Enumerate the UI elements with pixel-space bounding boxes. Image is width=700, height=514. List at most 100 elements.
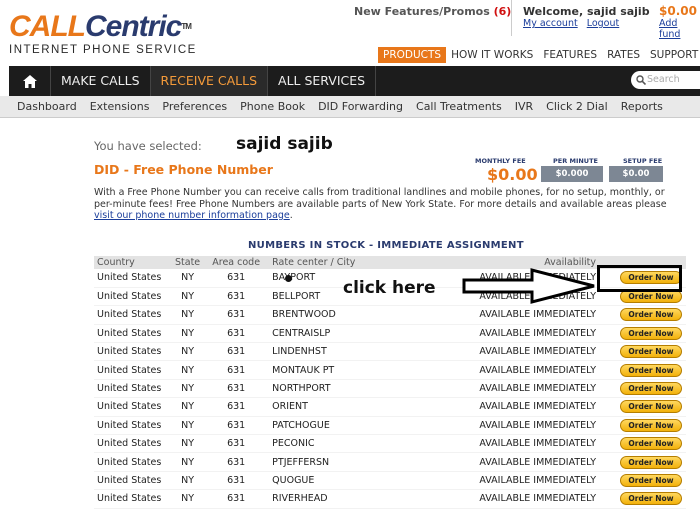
topnav-features[interactable]: FEATURES xyxy=(538,47,602,63)
cell-action: Order Now xyxy=(610,471,686,491)
cell-state: NY xyxy=(172,305,204,325)
cell-state: NY xyxy=(172,379,204,399)
cell-action: Order Now xyxy=(610,324,686,344)
cell-country: United States xyxy=(94,305,172,325)
order-now-button[interactable]: Order Now xyxy=(620,290,682,304)
logo-trademark: TM xyxy=(181,22,192,31)
top-nav: PRODUCTS HOW IT WORKS FEATURES RATES SUP… xyxy=(378,47,700,63)
order-now-button[interactable]: Order Now xyxy=(620,363,682,377)
cell-area-code: 631 xyxy=(203,342,270,362)
order-now-button[interactable]: Order Now xyxy=(620,326,682,340)
subnav-ivr[interactable]: IVR xyxy=(515,100,533,113)
add-funds-link[interactable]: Add fund xyxy=(659,18,700,40)
logo-tagline: INTERNET PHONE SERVICE xyxy=(9,44,197,56)
cell-rate-center: MONTAUK PT xyxy=(269,360,380,380)
order-now-button[interactable]: Order Now xyxy=(620,418,682,432)
cell-rate-center: RIVERHEAD xyxy=(269,489,380,509)
table-row: United States NY 631 CENTRAISLP AVAILABLE IM… xyxy=(94,324,686,344)
subnav-dashboard[interactable]: Dashboard xyxy=(17,100,77,113)
monthly-fee-value: $0.00 xyxy=(487,165,538,184)
order-now-button[interactable]: Order Now xyxy=(620,382,682,396)
annotation-user-name: sajid sajib xyxy=(236,134,333,154)
col-state: State xyxy=(172,256,204,269)
order-now-button[interactable]: Order Now xyxy=(620,437,682,451)
cell-state: NY xyxy=(172,324,204,344)
table-row: United States NY 631 BRENTWOOD AVAILABLE IMM… xyxy=(94,305,686,325)
subnav-phone-book[interactable]: Phone Book xyxy=(240,100,305,113)
order-now-button[interactable]: Order Now xyxy=(620,308,682,322)
cell-availability: AVAILABLE IMMEDIATELY xyxy=(379,305,610,325)
topnav-rates[interactable]: RATES xyxy=(602,47,645,63)
cell-action: Order Now xyxy=(610,489,686,509)
cell-area-code: 631 xyxy=(203,452,270,472)
stock-title: NUMBERS IN STOCK - IMMEDIATE ASSIGNMENT xyxy=(248,240,524,251)
cell-rate-center: BRENTWOOD xyxy=(269,305,380,325)
subnav-reports[interactable]: Reports xyxy=(621,100,663,113)
cell-country: United States xyxy=(94,434,172,454)
cell-availability: AVAILABLE IMMEDIATELY xyxy=(379,416,610,436)
my-account-link[interactable]: My account xyxy=(523,18,578,29)
account-links: My account Logout xyxy=(523,18,625,29)
cell-country: United States xyxy=(94,397,172,417)
cell-area-code: 631 xyxy=(203,471,270,491)
cell-country: United States xyxy=(94,360,172,380)
table-row: United States NY 631 RIVERHEAD AVAILABLE IMM… xyxy=(94,489,686,509)
order-now-button[interactable]: Order Now xyxy=(620,492,682,506)
table-row: United States NY 631 MONTAUK PT AVAILABLE IM… xyxy=(94,360,686,380)
search-icon xyxy=(636,75,646,85)
order-now-button[interactable]: Order Now xyxy=(620,473,682,487)
account-balance: $0.00 xyxy=(659,4,697,18)
cell-action: Order Now xyxy=(610,360,686,380)
nav-all-services[interactable]: ALL SERVICES xyxy=(268,66,377,96)
phone-number-info-link[interactable]: visit our phone number information page xyxy=(94,210,290,221)
order-now-button[interactable]: Order Now xyxy=(620,400,682,414)
cell-rate-center: PTJEFFERSN xyxy=(269,452,380,472)
col-area-code: Area code xyxy=(203,256,270,269)
annotation-highlight-box xyxy=(597,265,682,292)
annotation-click-here: click here xyxy=(343,278,436,298)
subnav-call-treatments[interactable]: Call Treatments xyxy=(416,100,502,113)
cell-country: United States xyxy=(94,471,172,491)
cell-state: NY xyxy=(172,452,204,472)
cell-area-code: 631 xyxy=(203,397,270,417)
cell-state: NY xyxy=(172,397,204,417)
subnav-did-forwarding[interactable]: DID Forwarding xyxy=(318,100,403,113)
callcentric-logo[interactable]: CALLCentricTM INTERNET PHONE SERVICE xyxy=(9,12,197,57)
topnav-products[interactable]: PRODUCTS xyxy=(378,47,447,63)
subnav-click-2-dial[interactable]: Click 2 Dial xyxy=(546,100,608,113)
logout-link[interactable]: Logout xyxy=(587,18,620,29)
table-row: United States NY 631 PECONIC AVAILABLE IMMED… xyxy=(94,434,686,454)
logo-wordmark: CALLCentricTM xyxy=(9,12,197,42)
new-features-link[interactable]: New Features/Promos (6) xyxy=(354,5,511,18)
home-button[interactable] xyxy=(9,66,51,96)
home-icon xyxy=(22,74,37,88)
cell-rate-center: CENTRAISLP xyxy=(269,324,380,344)
cell-action: Order Now xyxy=(610,305,686,325)
cell-availability: AVAILABLE IMMEDIATELY xyxy=(379,397,610,417)
cell-country: United States xyxy=(94,287,172,307)
cell-action: Order Now xyxy=(610,416,686,436)
nav-make-calls[interactable]: MAKE CALLS xyxy=(51,66,151,96)
order-now-button[interactable]: Order Now xyxy=(620,345,682,359)
cell-availability: AVAILABLE IMMEDIATELY xyxy=(379,434,610,454)
cell-country: United States xyxy=(94,342,172,362)
subnav-preferences[interactable]: Preferences xyxy=(162,100,227,113)
table-row: United States NY 631 LINDENHST AVAILABLE IMM… xyxy=(94,342,686,362)
topnav-support[interactable]: SUPPORT xyxy=(645,47,700,63)
description-paragraph: With a Free Phone Number you can receive… xyxy=(94,187,679,222)
cell-state: NY xyxy=(172,416,204,436)
cell-action: Order Now xyxy=(610,342,686,362)
annotation-arrow-icon xyxy=(462,268,595,304)
order-now-button[interactable]: Order Now xyxy=(620,455,682,469)
new-features-label: New Features/Promos xyxy=(354,5,490,18)
table-row: United States NY 631 ORIENT AVAILABLE IMMEDI… xyxy=(94,397,686,417)
subnav-extensions[interactable]: Extensions xyxy=(90,100,150,113)
topnav-how-it-works[interactable]: HOW IT WORKS xyxy=(446,47,538,63)
nav-receive-calls[interactable]: RECEIVE CALLS xyxy=(150,66,269,96)
table-row: United States NY 631 QUOGUE AVAILABLE IMMEDI… xyxy=(94,471,686,491)
table-row: United States NY 631 NORTHPORT AVAILABLE IMM… xyxy=(94,379,686,399)
search-input[interactable]: Search xyxy=(631,71,700,89)
cell-area-code: 631 xyxy=(203,434,270,454)
logo-call-text: CALL xyxy=(9,10,86,43)
cell-rate-center: NORTHPORT xyxy=(269,379,380,399)
